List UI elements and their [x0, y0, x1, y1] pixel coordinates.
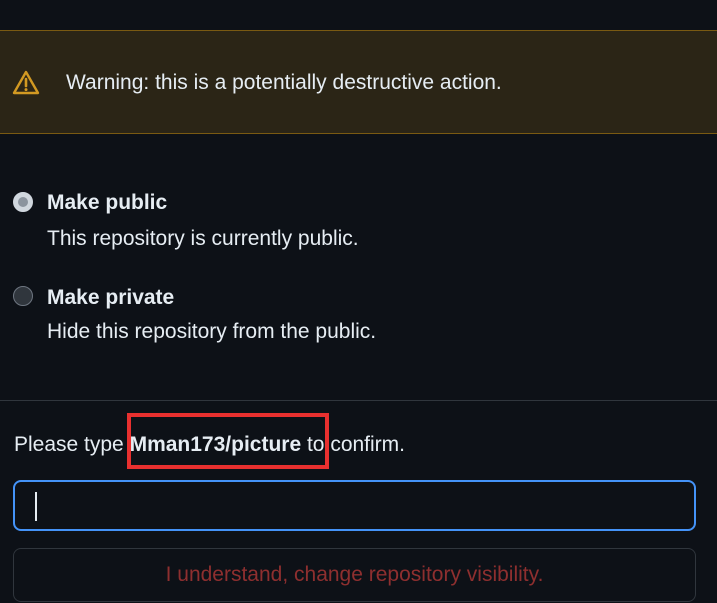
make-private-radio[interactable] — [13, 286, 33, 306]
warning-text: Warning: this is a potentially destructi… — [66, 71, 502, 94]
make-public-description: This repository is currently public. — [47, 227, 359, 250]
make-public-radio[interactable] — [13, 192, 33, 212]
make-private-label: Make private — [47, 286, 175, 309]
change-visibility-dialog: Warning: this is a potentially destructi… — [0, 0, 717, 603]
section-divider — [0, 400, 717, 401]
alert-triangle-icon — [12, 70, 40, 96]
make-public-label: Make public — [47, 191, 168, 214]
text-caret — [35, 492, 37, 521]
confirm-prefix: Please type — [14, 433, 130, 456]
make-private-description: Hide this repository from the public. — [47, 320, 377, 343]
highlight-annotation — [127, 413, 329, 469]
confirm-repo-input[interactable] — [13, 480, 696, 531]
warning-banner: Warning: this is a potentially destructi… — [0, 30, 717, 134]
confirm-visibility-change-button[interactable]: I understand, change repository visibili… — [13, 548, 696, 602]
